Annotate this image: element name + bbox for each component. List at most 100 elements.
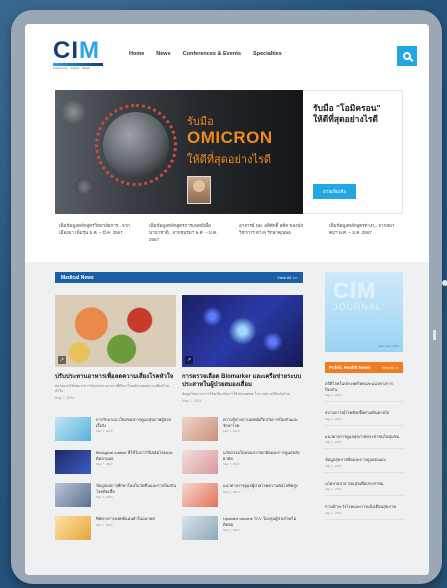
article-date: May 7, 2024 xyxy=(55,396,75,400)
public-health-header: Public Health News View All >> xyxy=(325,362,403,373)
medical-news-section: Medical News View All >> ↗ ปรับประทานอาห… xyxy=(55,272,303,540)
virus-illustration-small xyxy=(75,178,93,196)
list-item-date: May 7, 2024 xyxy=(223,462,240,466)
list-item[interactable]: ทิศทางการแพทย์แม่นยำในอนาคต May 7, 2024 xyxy=(55,516,176,540)
medical-view-all-link[interactable]: View All >> xyxy=(277,275,297,280)
virus-illustration-small xyxy=(61,100,85,124)
public-health-item[interactable]: นโยบายสาธารณสุขเพื่อประชาชน May 7, 2024 xyxy=(325,481,403,496)
ph-item-date: May 7, 2024 xyxy=(325,487,342,491)
medical-news-title: Medical News xyxy=(61,274,94,281)
featured-article[interactable]: ↗ ปรับประทานอาหารเพื่อลดความเสี่ยงโรคหัว… xyxy=(55,295,176,403)
ph-item-title[interactable]: สถานการณ์โรคติดเชื้อทางเดินหายใจ xyxy=(325,410,403,416)
public-health-item[interactable]: การเฝ้าระวังโรคและการแจ้งเตือนสุขภาพ May … xyxy=(325,504,403,520)
medical-news-header: Medical News View All >> xyxy=(55,272,303,283)
list-item-date: May 7, 2024 xyxy=(223,489,240,494)
article-excerpt: หลายงานวิจัยพบว่าการรับประทานอาหารที่มีป… xyxy=(55,384,169,393)
ph-item-date: May 7, 2024 xyxy=(325,463,342,468)
public-health-title: Public Health News xyxy=(329,365,371,370)
site-logo[interactable]: CIM Conference · Insight · Media xyxy=(53,37,103,70)
list-item-date: May 7, 2024 xyxy=(223,528,240,532)
hero-banner[interactable]: รับมือ OMICRON ให้ดีที่สุดอย่างไรดี รับม… xyxy=(55,90,403,214)
journal-title-bottom: JOURNAL xyxy=(333,302,383,312)
hero-line-2: OMICRON xyxy=(187,128,273,147)
tablet-button xyxy=(433,330,436,340)
list-item-title[interactable]: นวัตกรรมใหม่ของการผ่าตัดและการดูแลหลังผ่… xyxy=(223,450,303,461)
ph-item-title[interactable]: ข้อมูลสุขภาพจิตและการดูแลตนเอง xyxy=(325,457,403,463)
journal-title-top: CIM xyxy=(333,278,377,303)
list-item[interactable]: แนวทางการดูแลผู้ป่วยโรคความดันโลหิตสูง Ma… xyxy=(182,483,303,507)
ph-item-date: May 7, 2024 xyxy=(325,510,342,515)
ph-item-title[interactable]: นโยบายสาธารณสุขเพื่อประชาชน xyxy=(325,481,403,487)
ph-item-date: May 7, 2024 xyxy=(325,393,342,397)
list-item-title[interactable]: การรักษาแนวใหม่ของการดูแลสุขภาพผู้ป่วยเร… xyxy=(96,417,176,428)
ticker-item[interactable]: อาจารย์ นพ. อดิศักดิ์ อดีต ของนักวิชาการ… xyxy=(239,222,311,243)
featured-article[interactable]: ↗ การตรวจเลือด Biomarker และเครือข่ายระบ… xyxy=(182,295,303,403)
article-thumbnail xyxy=(55,483,91,507)
ph-item-title[interactable]: สถิติโรคในประเทศไทยและแนวทางการป้องกัน xyxy=(325,381,403,392)
article-thumbnail xyxy=(182,417,218,441)
logo-main: CI xyxy=(53,37,79,64)
nav-home[interactable]: Home xyxy=(129,51,144,57)
list-item-date: May 7, 2024 xyxy=(96,429,113,433)
list-item[interactable]: ความรู้ทางการแพทย์เกี่ยวกับการป้องกันและ… xyxy=(182,417,303,441)
list-item-title[interactable]: Updated vaccine TCV ในกลุ่มผู้ป่วยโรคไม่… xyxy=(223,516,303,527)
public-health-item[interactable]: ข้อมูลสุขภาพจิตและการดูแลตนเอง May 7, 202… xyxy=(325,457,403,473)
ph-item-date: May 7, 2024 xyxy=(325,416,342,421)
journal-issue: Issue May 2024 xyxy=(377,344,399,348)
list-item[interactable]: ข้อมูลผลการศึกษาใหม่ในวัคซีนและการป้องกั… xyxy=(55,483,176,507)
list-item[interactable]: Updated vaccine TCV ในกลุ่มผู้ป่วยโรคไม่… xyxy=(182,516,303,540)
ticker-item[interactable]: เพิ่มข้อมูลหลักสูตรต่างๆ...จากสมาคมฯ พ.ศ… xyxy=(329,222,401,243)
share-icon[interactable]: ↗ xyxy=(185,356,193,364)
search-button[interactable] xyxy=(397,46,417,66)
tablet-frame: CIM Conference · Insight · Media Home Ne… xyxy=(11,10,447,584)
list-item-title[interactable]: ทิศทางการแพทย์แม่นยำในอนาคต xyxy=(96,516,155,522)
news-ticker: เพิ่มข้อมูลหลักสูตรวิทยาลัยการ...จากเมือ… xyxy=(59,222,407,243)
read-more-button[interactable]: อ่านเพิ่มเติม xyxy=(313,184,357,199)
list-item-title[interactable]: แนวทางการดูแลผู้ป่วยโรคความดันโลหิตสูง xyxy=(223,483,298,489)
list-item-date: May 7, 2024 xyxy=(96,495,113,499)
ticker-item[interactable]: เพิ่มข้อมูลหลักสูตรวิทยาลัยการ...จากเมือ… xyxy=(59,222,131,243)
doctor-portrait xyxy=(187,176,211,204)
article-thumbnail xyxy=(182,450,218,474)
main-nav: Home News Conferences & Events Specialti… xyxy=(129,51,282,57)
public-health-item[interactable]: แนวทางการดูแลสุขภาพประชาชนในชุมชน May 7, … xyxy=(325,434,403,449)
article-excerpt: ข้อมูลใหม่จากการวิจัยเกี่ยวกับการใช้ bio… xyxy=(182,392,290,396)
public-health-view-all-link[interactable]: View All >> xyxy=(382,366,399,370)
nav-news[interactable]: News xyxy=(156,51,170,57)
list-item-date: May 7, 2024 xyxy=(223,429,240,433)
ph-item-title[interactable]: การเฝ้าระวังโรคและการแจ้งเตือนสุขภาพ xyxy=(325,504,403,510)
tablet-camera xyxy=(442,280,447,286)
list-item-title[interactable]: ความรู้ทางการแพทย์เกี่ยวกับการป้องกันและ… xyxy=(223,417,303,428)
list-item-title[interactable]: ข้อมูลผลการศึกษาใหม่ในวัคซีนและการป้องกั… xyxy=(96,483,176,494)
logo-underline xyxy=(53,63,103,66)
article-thumbnail xyxy=(55,450,91,474)
ph-item-date: May 7, 2024 xyxy=(325,440,342,444)
sidebar: CIM JOURNAL Issue May 2024 Public Health… xyxy=(325,272,403,520)
list-item-date: May 7, 2024 xyxy=(96,462,113,466)
list-item[interactable]: Biological marker ที่ใช้ในการวินิจฉัยโรค… xyxy=(55,450,176,474)
article-thumbnail xyxy=(182,483,218,507)
hero-side-panel: รับมือ "โอมิครอน" ให้ดีที่สุดอย่างไรดี อ… xyxy=(303,90,403,214)
article-list: การรักษาแนวใหม่ของการดูแลสุขภาพผู้ป่วยเร… xyxy=(55,417,303,540)
list-item[interactable]: การรักษาแนวใหม่ของการดูแลสุขภาพผู้ป่วยเร… xyxy=(55,417,176,441)
list-item-date: May 7, 2024 xyxy=(96,522,113,527)
article-date: May 7, 2024 xyxy=(182,399,202,403)
public-health-item[interactable]: สถิติโรคในประเทศไทยและแนวทางการป้องกัน Ma… xyxy=(325,381,403,402)
food-image: ↗ xyxy=(55,295,176,367)
share-icon[interactable]: ↗ xyxy=(58,356,66,364)
cim-journal-banner[interactable]: CIM JOURNAL Issue May 2024 xyxy=(325,272,403,352)
hero-title[interactable]: รับมือ "โอมิครอน" ให้ดีที่สุดอย่างไรดี xyxy=(313,103,392,125)
public-health-item[interactable]: สถานการณ์โรคติดเชื้อทางเดินหายใจ May 7, 2… xyxy=(325,410,403,426)
nav-conferences-events[interactable]: Conferences & Events xyxy=(183,51,241,57)
ticker-item[interactable]: เพิ่มข้อมูลหลักสูตรการแพทย์เพื่อนานาชาติ… xyxy=(149,222,221,243)
website-screen: CIM Conference · Insight · Media Home Ne… xyxy=(25,24,429,575)
list-item[interactable]: นวัตกรรมใหม่ของการผ่าตัดและการดูแลหลังผ่… xyxy=(182,450,303,474)
article-title[interactable]: การตรวจเลือด Biomarker และเครือข่ายระบบป… xyxy=(182,373,303,389)
list-item-title[interactable]: Biological marker ที่ใช้ในการวินิจฉัยโรค… xyxy=(96,450,176,461)
nav-specialties[interactable]: Specialties xyxy=(253,51,282,57)
ph-item-title[interactable]: แนวทางการดูแลสุขภาพประชาชนในชุมชน xyxy=(325,434,403,440)
hero-line-3: ให้ดีที่สุดอย่างไรดี xyxy=(187,154,272,166)
featured-articles: ↗ ปรับประทานอาหารเพื่อลดความเสี่ยงโรคหัว… xyxy=(55,295,303,403)
article-title[interactable]: ปรับประทานอาหารเพื่อลดความเสี่ยงโรคหัวใจ xyxy=(55,373,176,381)
site-header: CIM Conference · Insight · Media Home Ne… xyxy=(25,24,429,82)
